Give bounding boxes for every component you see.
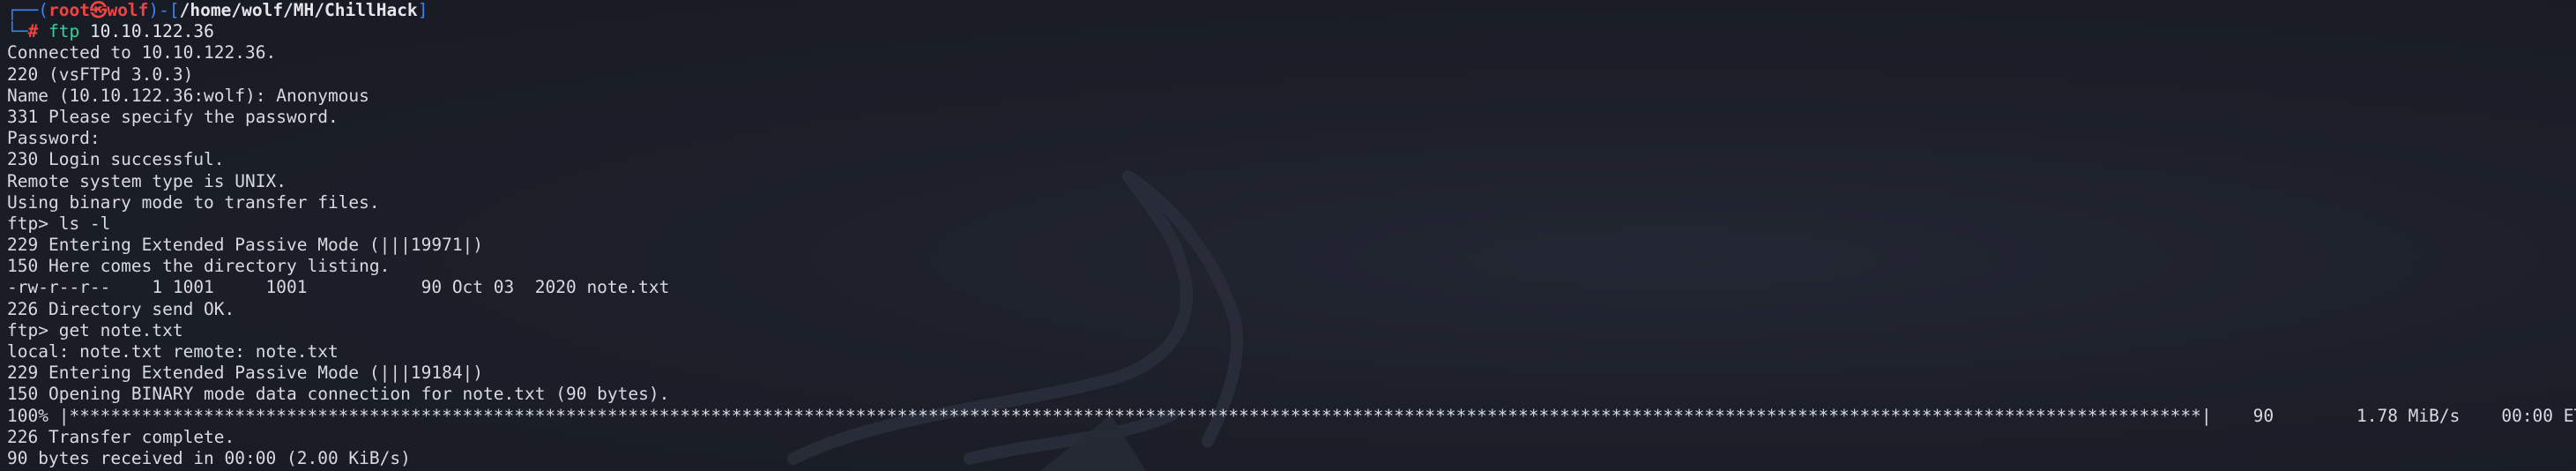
- output-line: 150 Here comes the directory listing.: [7, 256, 391, 277]
- terminal-output: ┌──(root㉿wolf)-[/home/wolf/MH/ChillHack]…: [7, 0, 2576, 469]
- directory-listing-row: -rw-r--r-- 1 1001 1001 90 Oct 03 2020 no…: [7, 277, 670, 298]
- output-line: 230 Login successful.: [7, 149, 225, 170]
- prompt-line-top: ┌──(root㉿wolf)-[/home/wolf/MH/ChillHack]: [7, 0, 2576, 21]
- output-line: 226 Directory send OK.: [7, 298, 235, 319]
- output-line: local: note.txt remote: note.txt: [7, 341, 339, 362]
- output-line: 229 Entering Extended Passive Mode (|||1…: [7, 363, 484, 384]
- prompt-at-symbol: ㉿: [89, 0, 108, 20]
- command-argument: 10.10.122.36: [79, 21, 214, 42]
- output-line: 229 Entering Extended Passive Mode (|||1…: [7, 235, 484, 256]
- output-line: Connected to 10.10.122.36.: [7, 42, 277, 64]
- output-line: Remote system type is UNIX.: [7, 170, 287, 191]
- command-name: ftp: [48, 21, 80, 42]
- prompt-frame-top: ┌──(: [7, 0, 48, 20]
- output-line: 331 Please specify the password.: [7, 106, 339, 127]
- terminal-window[interactable]: ┌──(root㉿wolf)-[/home/wolf/MH/ChillHack]…: [0, 0, 2576, 471]
- prompt-host: wolf: [107, 0, 149, 20]
- prompt-frame-bottom: └─: [7, 21, 28, 42]
- ftp-command-line: ftp> ls -l: [7, 213, 111, 234]
- output-line: Using binary mode to transfer files.: [7, 191, 380, 213]
- prompt-close: ]: [417, 0, 428, 20]
- prompt-path: /home/wolf/MH/ChillHack: [179, 0, 418, 20]
- transfer-progress-line: 100% |**********************************…: [7, 405, 2576, 426]
- prompt-line-bottom: └─# ftp 10.10.122.36: [7, 21, 2576, 42]
- output-line: Password:: [7, 128, 101, 149]
- output-line: 150 Opening BINARY mode data connection …: [7, 384, 670, 405]
- output-line: 90 bytes received in 00:00 (2.00 KiB/s): [7, 447, 411, 468]
- prompt-separator: )-[: [148, 0, 180, 20]
- prompt-hash: #: [27, 21, 48, 42]
- output-line: Name (10.10.122.36:wolf): Anonymous: [7, 85, 369, 106]
- ftp-command-line: ftp> get note.txt: [7, 319, 183, 340]
- output-line: 220 (vsFTPd 3.0.3): [7, 64, 194, 85]
- prompt-user: root: [48, 0, 90, 20]
- output-line: 226 Transfer complete.: [7, 426, 235, 447]
